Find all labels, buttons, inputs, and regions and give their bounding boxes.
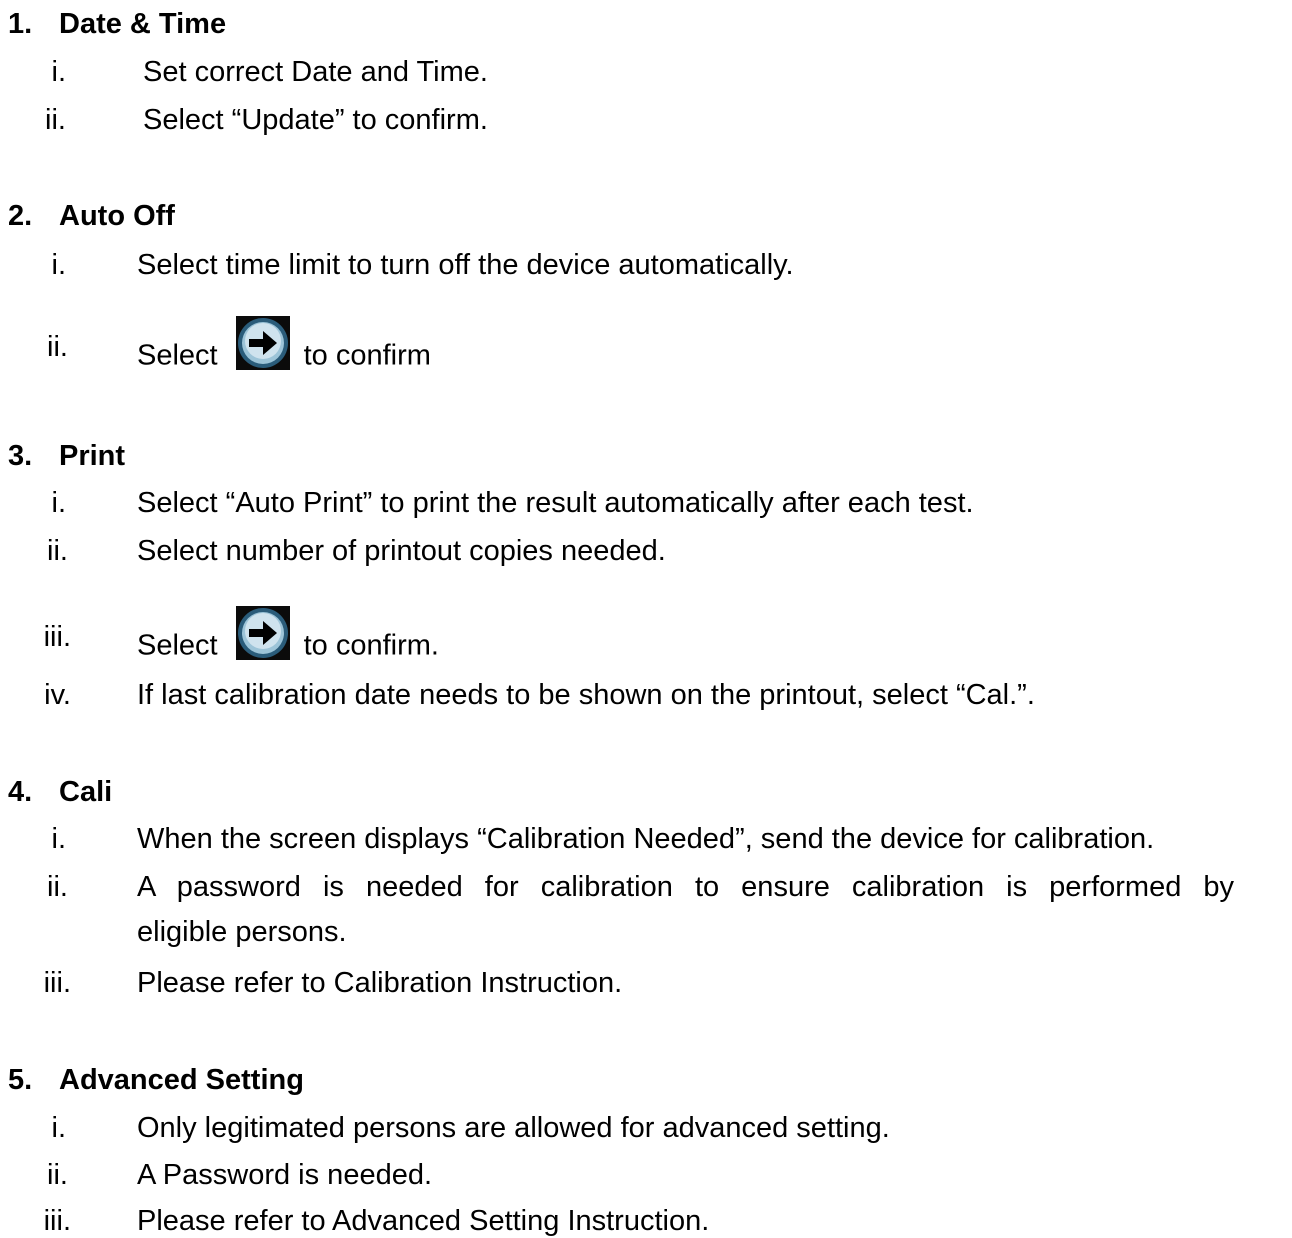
arrow-right-icon [235,316,290,370]
text-after-icon: to confirm. [303,629,439,662]
manual-page: 1. Date & Time i. Set correct Date and T… [0,0,1292,1238]
list-item-text: If last calibration date needs to be sho… [137,679,1035,711]
list-item-text: Select “Auto Print” to print the result … [137,487,974,519]
list-item-text: Select time limit to turn off the device… [137,249,794,281]
section-number: 2. [8,200,33,232]
list-marker: ii. [47,1159,68,1191]
list-marker: i. [51,823,67,855]
arrow-right-icon [235,606,290,660]
list-item-text: Set correct Date and Time. [143,56,488,88]
text-before-icon: Select [137,339,218,372]
list-item-text: Please refer to Advanced Setting Instruc… [137,1205,710,1237]
list-marker: iv. [44,679,71,711]
list-marker: ii. [45,104,66,136]
list-item-text: A Password is needed. [137,1159,433,1191]
list-item-text: Please refer to Calibration Instruction. [137,967,623,999]
list-marker: iii. [43,621,71,653]
section-title: Date & Time [59,8,227,40]
list-item-text: Select to confirm. [137,606,439,674]
list-marker: i. [51,249,67,281]
section-title: Auto Off [59,200,175,232]
section-title: Cali [59,776,113,808]
list-marker: ii. [47,535,68,567]
list-item-text: Select to confirm [137,316,431,384]
list-item-text: Select “Update” to confirm. [143,104,488,136]
list-marker: i. [51,56,67,88]
section-number: 3. [8,440,33,472]
text-before-icon: Select [137,629,218,662]
section-number: 5. [8,1064,33,1096]
list-item-text: A password is needed for calibration to … [137,871,1235,903]
list-marker: iii. [43,1205,71,1237]
section-title: Advanced Setting [59,1064,304,1096]
list-item-text: Select number of printout copies needed. [137,535,666,567]
list-marker: ii. [47,331,68,363]
list-marker: iii. [43,967,71,999]
list-item-text: Only legitimated persons are allowed for… [137,1112,890,1144]
list-item-text: eligible persons. [137,916,347,948]
text-after-icon: to confirm [303,339,431,372]
list-marker: i. [51,487,67,519]
list-item-text: When the screen displays “Calibration Ne… [137,823,1155,855]
list-marker: i. [51,1112,67,1144]
section-title: Print [59,440,126,472]
list-marker: ii. [47,871,68,903]
section-number: 4. [8,776,33,808]
section-number: 1. [8,8,33,40]
